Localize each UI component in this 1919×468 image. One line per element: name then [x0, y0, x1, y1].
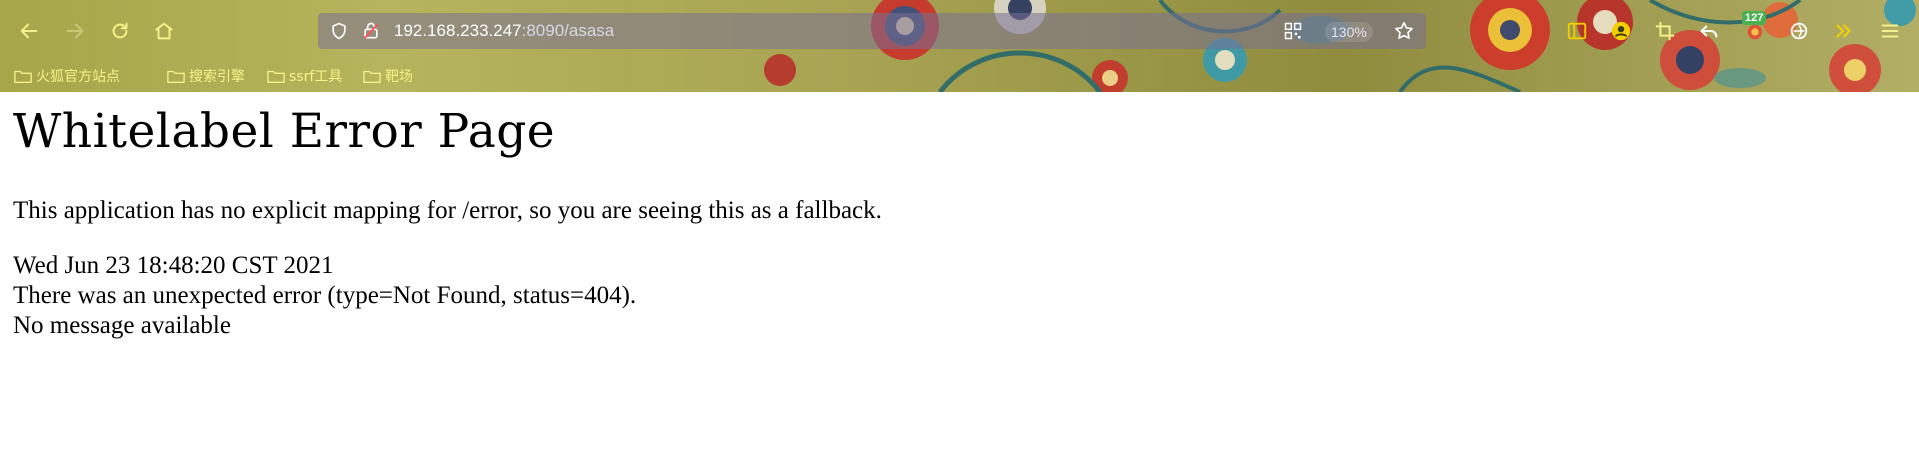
page-title: Whitelabel Error Page — [13, 104, 556, 159]
home-icon — [155, 22, 173, 40]
folder-icon — [167, 70, 185, 83]
url-path: :8090/asasa — [521, 21, 615, 40]
screenshot-crop-icon[interactable] — [1650, 16, 1680, 46]
arrow-right-icon — [66, 23, 84, 39]
bookmark-folder-firefox-sites[interactable]: 火狐官方站点 — [14, 64, 120, 88]
error-description: This application has no explicit mapping… — [13, 197, 882, 224]
bookmark-label: 靶场 — [385, 69, 413, 85]
bookmark-label: 搜索引擎 — [189, 69, 245, 85]
reload-icon — [112, 22, 128, 39]
bookmark-folder-search-engines[interactable]: 搜索引擎 — [167, 64, 245, 88]
address-bar[interactable]: 192.168.233.247:8090/asasa 130% — [318, 13, 1426, 49]
undo-arrow-icon[interactable] — [1694, 16, 1724, 46]
folder-icon — [14, 70, 32, 83]
proxy-extension-icon[interactable] — [1784, 16, 1814, 46]
extension-badge: 127 — [1742, 11, 1767, 25]
folder-icon — [267, 70, 285, 83]
zoom-level-button[interactable]: 130% — [1325, 22, 1373, 42]
account-icon[interactable] — [1606, 16, 1636, 46]
back-button[interactable] — [14, 16, 44, 46]
bookmark-label: ssrf工具 — [289, 69, 343, 85]
hamburger-menu-icon[interactable] — [1875, 16, 1905, 46]
error-timestamp: Wed Jun 23 18:48:20 CST 2021 — [13, 252, 334, 279]
error-message: No message available — [13, 312, 231, 339]
url-host: 192.168.233.247 — [394, 21, 522, 40]
arrow-left-icon — [20, 23, 38, 39]
forward-button[interactable] — [60, 16, 90, 46]
browser-chrome: 192.168.233.247:8090/asasa 130% 127 火狐官方… — [0, 0, 1919, 92]
home-button[interactable] — [149, 16, 179, 46]
tracking-shield-icon[interactable] — [328, 20, 350, 42]
more-tools-chevron-icon[interactable] — [1829, 16, 1859, 46]
page-content: Whitelabel Error Page This application h… — [0, 92, 1919, 468]
bookmark-folder-labs[interactable]: 靶场 — [363, 64, 413, 88]
bookmark-folder-ssrf-tools[interactable]: ssrf工具 — [267, 64, 342, 88]
error-detail: There was an unexpected error (type=Not … — [13, 282, 637, 309]
toolbar: 192.168.233.247:8090/asasa 130% 127 — [0, 0, 1919, 62]
folder-icon — [363, 70, 381, 83]
url-text[interactable]: 192.168.233.247:8090/asasa — [394, 21, 614, 41]
qr-code-icon[interactable] — [1282, 20, 1304, 42]
bookmarks-toolbar: 火狐官方站点 搜索引擎 ssrf工具 靶场 — [0, 62, 1919, 90]
reader-sidebar-icon[interactable] — [1562, 16, 1592, 46]
bookmark-label: 火狐官方站点 — [36, 69, 120, 85]
insecure-lock-icon[interactable] — [360, 20, 382, 42]
reload-button[interactable] — [105, 16, 135, 46]
bookmark-star-icon[interactable] — [1393, 20, 1415, 42]
